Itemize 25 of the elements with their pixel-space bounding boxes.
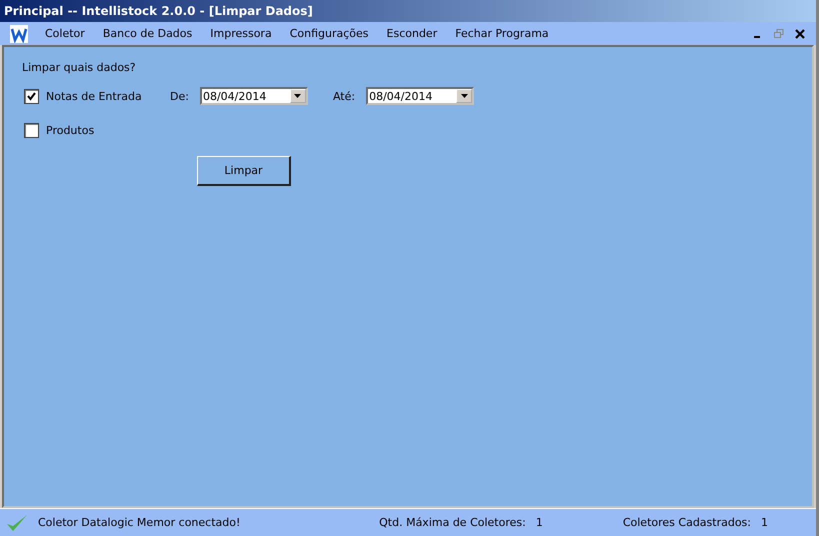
checkbox[interactable] <box>24 88 39 104</box>
checkbox-label: Notas de Entrada <box>46 90 143 102</box>
status-value: 1 <box>761 516 768 529</box>
date-picker[interactable]: 08/04/2014 <box>366 87 474 105</box>
menu-item[interactable]: Impressora <box>201 27 281 40</box>
close-icon[interactable] <box>795 28 805 38</box>
date-picker[interactable]: 08/04/2014 <box>200 87 308 105</box>
form-heading: Limpar quais dados? <box>22 61 137 74</box>
menu-item[interactable]: Esconder <box>378 27 446 40</box>
app-logo-icon <box>10 24 28 42</box>
to-label: Até: <box>332 90 356 102</box>
clear-button[interactable]: Limpar <box>197 156 291 186</box>
status-label: Coletores Cadastrados: <box>622 516 751 529</box>
status-message: Coletor Datalogic Memor conectado! <box>38 516 240 529</box>
menu-item[interactable]: Coletor <box>36 27 94 40</box>
status-value: 1 <box>536 516 543 529</box>
menu-item[interactable]: Configurações <box>280 27 378 40</box>
checkmark-icon <box>6 512 28 532</box>
from-label: De: <box>170 90 189 102</box>
menu-item[interactable]: Banco de Dados <box>94 27 202 40</box>
status-label: Qtd. Máxima de Coletores: <box>379 516 526 529</box>
window-title: Principal -- Intellistock 2.0.0 - [Limpar Dados] <box>4 4 313 18</box>
checkbox-label: Produtos <box>46 124 96 136</box>
checkbox[interactable] <box>24 122 39 138</box>
menu-item[interactable]: Fechar Programa <box>446 27 558 40</box>
